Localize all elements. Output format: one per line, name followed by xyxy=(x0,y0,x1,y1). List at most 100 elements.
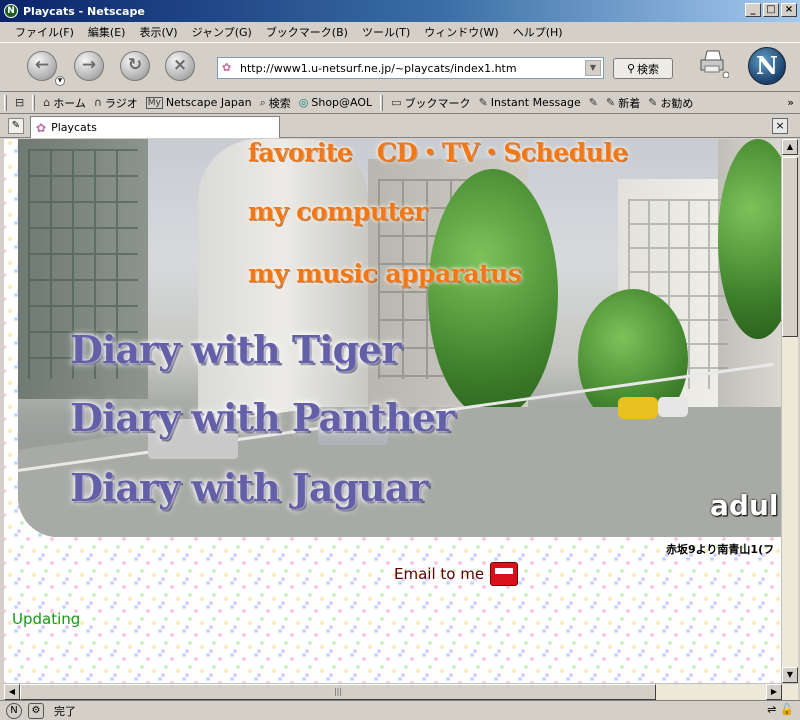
horizontal-scrollbar[interactable]: ◀ ||| ▶ xyxy=(4,683,798,700)
new-tab-icon[interactable]: ✎ xyxy=(8,118,24,134)
search-icon: ⚲ xyxy=(626,62,636,75)
menu-view[interactable]: 表示(V) xyxy=(132,24,184,40)
reload-button[interactable]: ↻ xyxy=(120,51,150,81)
back-history-dropdown-icon[interactable]: ▼ xyxy=(55,76,65,86)
adult-link[interactable]: adul xyxy=(710,489,778,522)
pin-icon: ✎ xyxy=(478,96,488,109)
vertical-scroll-thumb[interactable] xyxy=(782,157,798,337)
bookmark-label: Netscape Japan xyxy=(165,96,252,109)
security-lock-icon[interactable]: 🔓 xyxy=(780,703,794,716)
menu-bookmarks[interactable]: ブックマーク(B) xyxy=(259,24,355,40)
tab-favicon-icon: ✿ xyxy=(36,120,47,135)
tab-playcats[interactable]: ✿ Playcats xyxy=(30,116,280,138)
diary-jaguar-link[interactable]: Diary with Jaguar xyxy=(70,465,428,510)
bookmark-label: ラジオ xyxy=(104,96,138,110)
mailbox-icon[interactable] xyxy=(490,562,519,586)
route-caption: 赤坂9より南青山1(フ xyxy=(666,543,775,556)
my-icon: My xyxy=(145,96,163,109)
toolbar-grip[interactable] xyxy=(4,94,7,111)
pin-icon: ✎ xyxy=(606,96,616,109)
forward-arrow-icon: → xyxy=(81,55,97,75)
updating-text: Updating xyxy=(12,610,81,628)
sidebar-icon: ⊟ xyxy=(15,96,25,109)
bookmark-netscape-japan[interactable]: My Netscape Japan xyxy=(142,96,256,109)
pin-icon: ✎ xyxy=(588,96,598,109)
aol-icon: ◎ xyxy=(298,96,309,109)
page-favicon-icon: ✿ xyxy=(222,61,232,74)
scroll-up-icon[interactable]: ▲ xyxy=(782,139,798,155)
toolbar-grip[interactable] xyxy=(380,94,384,111)
maximize-button[interactable]: □ xyxy=(763,3,779,17)
menu-go[interactable]: ジャンプ(G) xyxy=(185,24,259,40)
diary-tiger-link[interactable]: Diary with Tiger xyxy=(70,327,401,372)
connection-status-icon[interactable]: ⚙ xyxy=(28,702,44,719)
magnifier-icon: ⌕ xyxy=(259,95,266,109)
toolbar-grip[interactable] xyxy=(32,94,36,111)
bookmark-label: Instant Message xyxy=(490,96,581,109)
bookmark-recommended[interactable]: ✎ お勧め xyxy=(644,95,697,111)
back-arrow-icon: ← xyxy=(34,55,50,75)
menu-tools[interactable]: ツール(T) xyxy=(355,24,417,40)
street-photo-banner: favorite CD・TV・Schedule my computer my m… xyxy=(18,139,781,537)
window-title: Playcats - Netscape xyxy=(23,4,145,18)
bookmark-new[interactable]: ✎ 新着 xyxy=(602,95,644,111)
back-button[interactable]: ← xyxy=(27,51,57,81)
url-input[interactable] xyxy=(240,61,580,75)
vertical-scrollbar[interactable]: ▲ ▼ xyxy=(781,139,798,683)
status-text: 完了 xyxy=(54,704,76,718)
bookmark-unnamed[interactable]: ✎ xyxy=(585,96,602,109)
minimize-button[interactable]: _ xyxy=(745,3,761,17)
search-button[interactable]: ⚲ 検索 xyxy=(613,58,673,79)
close-button[interactable]: × xyxy=(781,3,797,17)
tab-label: Playcats xyxy=(51,121,97,134)
title-bar: N Playcats - Netscape _ □ × xyxy=(0,0,800,22)
tab-bar: ✎ ✿ Playcats × xyxy=(0,114,800,138)
headphones-icon: ∩ xyxy=(93,96,102,109)
home-icon: ⌂ xyxy=(43,96,51,109)
close-tab-icon[interactable]: × xyxy=(772,118,788,134)
favorite-link[interactable]: favorite CD・TV・Schedule xyxy=(248,139,628,169)
netscape-status-icon[interactable]: N xyxy=(6,702,22,719)
bookmark-folder[interactable]: ▭ ブックマーク xyxy=(387,95,474,111)
status-bar: N ⚙ 完了 ⇌ 🔓 xyxy=(0,700,800,720)
stop-icon: × xyxy=(172,55,188,75)
bookmark-label: お勧め xyxy=(660,96,694,110)
menu-window[interactable]: ウィンドウ(W) xyxy=(417,24,505,40)
bookmark-label: ブックマーク xyxy=(404,96,471,110)
folder-icon: ▭ xyxy=(391,96,402,109)
bookmark-home[interactable]: ⌂ ホーム xyxy=(39,95,90,111)
menu-bar: ファイル(F) 編集(E) 表示(V) ジャンプ(G) ブックマーク(B) ツー… xyxy=(0,22,800,42)
netscape-app-icon: N xyxy=(4,4,18,18)
more-bookmarks-chevron-icon[interactable]: » xyxy=(787,96,794,109)
horizontal-scroll-thumb[interactable]: ||| xyxy=(20,684,656,700)
my-music-apparatus-link[interactable]: my music apparatus xyxy=(248,259,522,288)
bookmark-shop-aol[interactable]: ◎ Shop@AOL xyxy=(295,96,376,109)
personal-toolbar: ⊟ ⌂ ホーム ∩ ラジオ My Netscape Japan ⌕ 検索 ◎ S… xyxy=(0,92,800,114)
url-bar[interactable]: ✿ ▼ xyxy=(217,57,604,79)
menu-edit[interactable]: 編集(E) xyxy=(81,24,133,40)
my-computer-link[interactable]: my computer xyxy=(248,197,427,226)
menu-help[interactable]: ヘルプ(H) xyxy=(506,24,570,40)
netscape-logo-icon[interactable]: N xyxy=(748,47,786,85)
forward-button[interactable]: → xyxy=(74,51,104,81)
url-history-dropdown-icon[interactable]: ▼ xyxy=(585,60,601,76)
search-button-label: 検索 xyxy=(637,62,660,76)
email-link[interactable]: Email to me xyxy=(394,565,484,583)
online-status-icon[interactable]: ⇌ xyxy=(767,703,776,716)
scroll-right-icon[interactable]: ▶ xyxy=(766,684,782,700)
pin-icon: ✎ xyxy=(648,96,658,109)
bookmark-label: 検索 xyxy=(268,96,291,110)
stop-button[interactable]: × xyxy=(165,51,195,81)
menu-file[interactable]: ファイル(F) xyxy=(8,24,81,40)
bookmark-radio[interactable]: ∩ ラジオ xyxy=(90,95,142,111)
sidebar-toggle-button[interactable]: ⊟ xyxy=(11,96,28,109)
page-content: favorite CD・TV・Schedule my computer my m… xyxy=(4,139,781,683)
print-icon[interactable] xyxy=(697,48,730,79)
scroll-left-icon[interactable]: ◀ xyxy=(4,684,20,700)
scroll-down-icon[interactable]: ▼ xyxy=(782,667,798,683)
bookmark-label: Shop@AOL xyxy=(311,96,373,109)
email-row: Email to me xyxy=(394,562,519,586)
bookmark-search[interactable]: ⌕ 検索 xyxy=(256,95,295,111)
diary-panther-link[interactable]: Diary with Panther xyxy=(70,395,455,440)
bookmark-instant-message[interactable]: ✎ Instant Message xyxy=(475,96,585,109)
